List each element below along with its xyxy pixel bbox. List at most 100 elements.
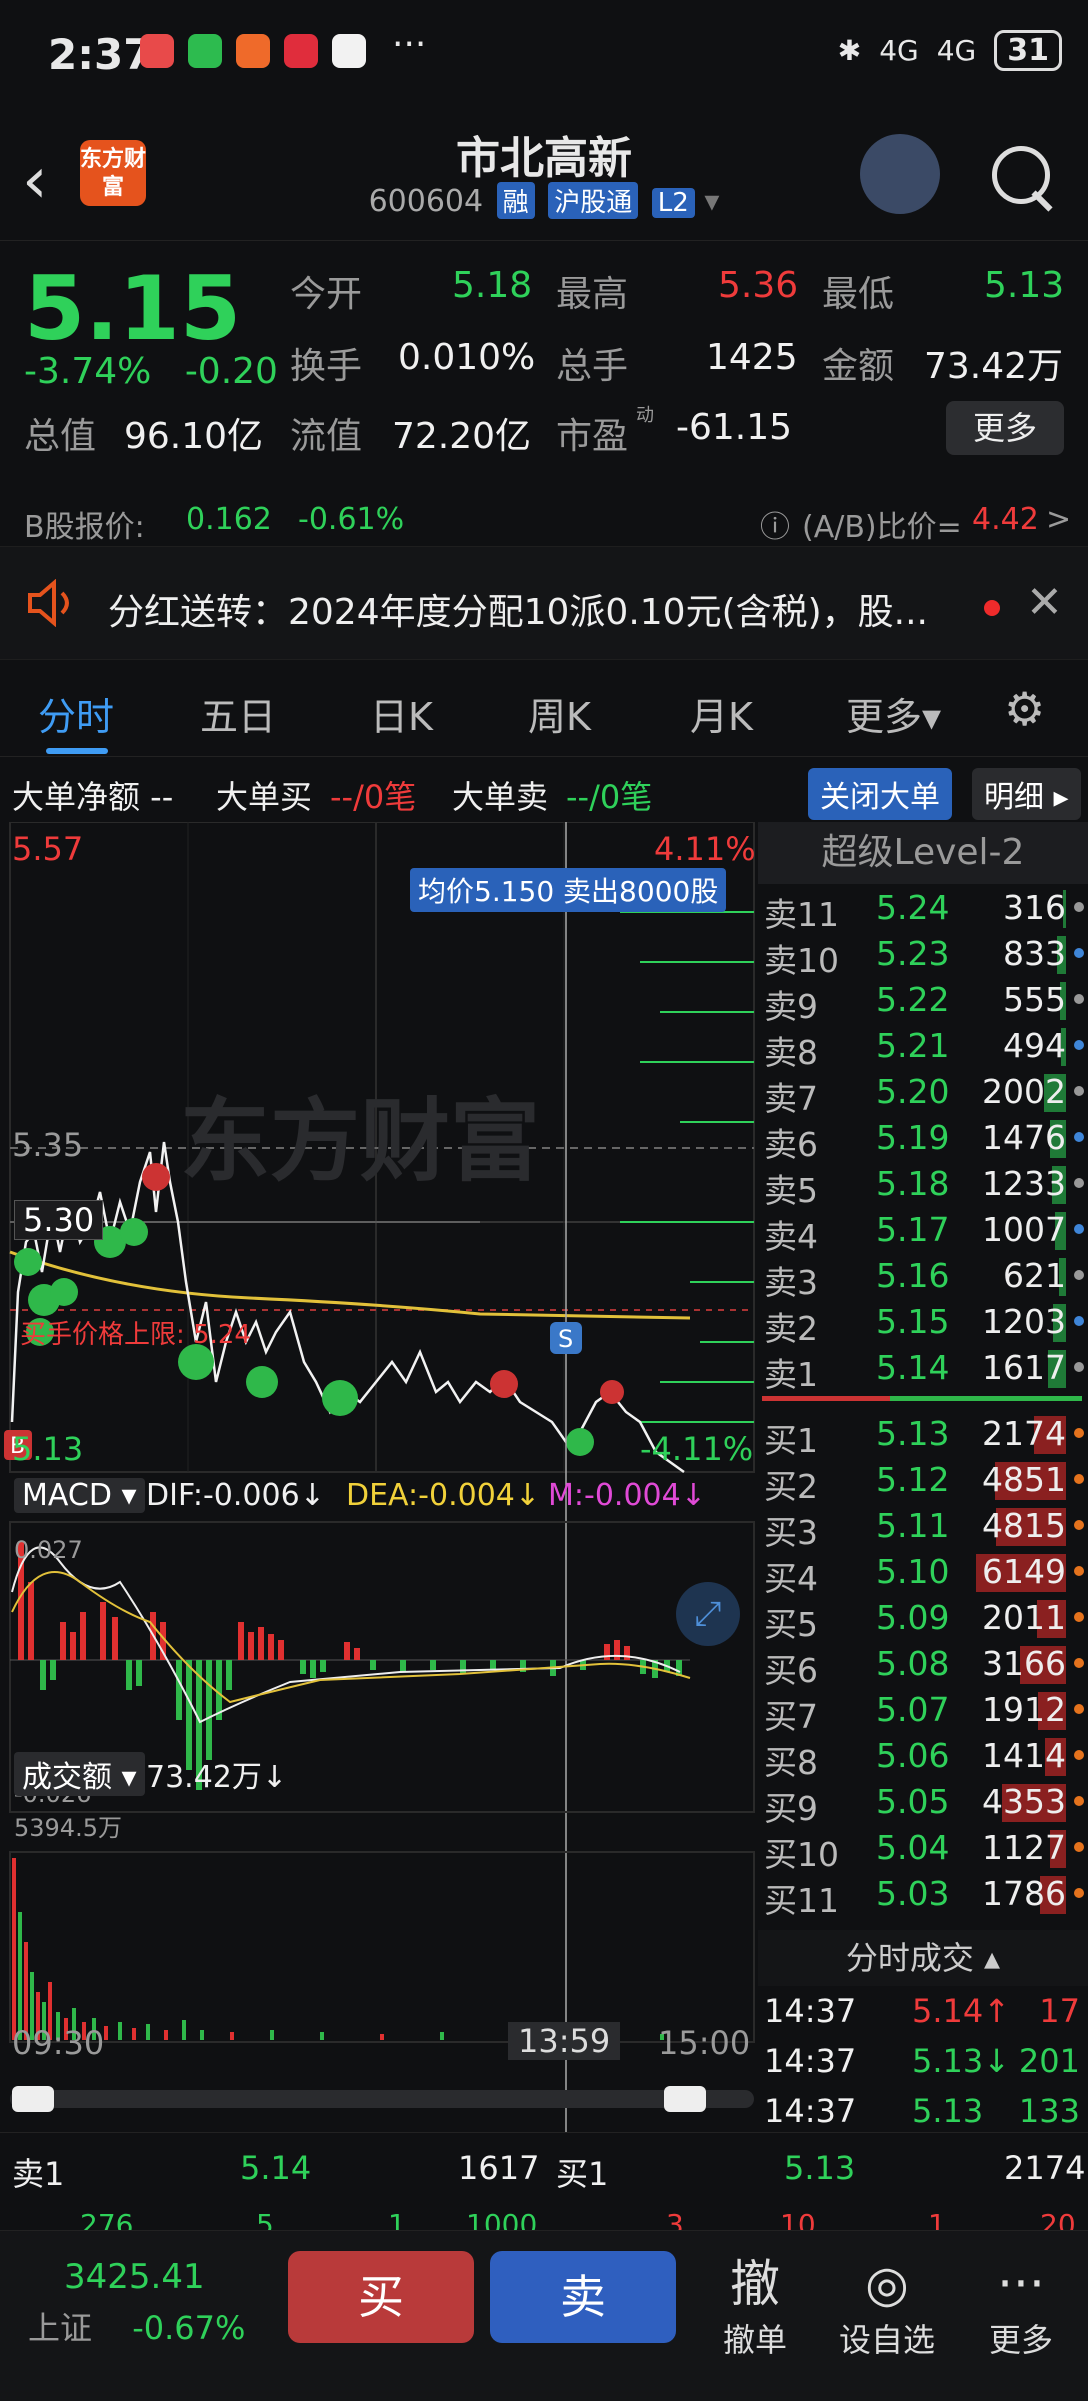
status-bar: 2:37 ··· ✱ 4G 4G 31 [0, 0, 1088, 110]
index-name: 上证 [28, 2309, 93, 2347]
range-handle-left[interactable] [12, 2086, 54, 2112]
level-label: 卖4 [764, 1217, 818, 1256]
indicator-dot [1074, 1428, 1084, 1438]
level-volume: 4353 [982, 1782, 1066, 1821]
gear-icon[interactable]: ⚙ [1004, 682, 1045, 736]
time-range-track[interactable] [10, 2090, 754, 2108]
ask-row[interactable]: 卖9 5.22 555 [758, 976, 1088, 1026]
expand-icon[interactable]: ⤢ [676, 1582, 740, 1646]
notification-icons [140, 34, 366, 68]
bid-row[interactable]: 买9 5.05 4353 [758, 1778, 1088, 1828]
strip-bid-label: 买1 [556, 2155, 609, 2193]
macd-selector[interactable]: MACD ▾ [14, 1478, 145, 1513]
intraday-chart[interactable]: 东方财富 S B [0, 822, 756, 2132]
bid-row[interactable]: 买2 5.12 4851 [758, 1456, 1088, 1506]
bid-row[interactable]: 买4 5.10 6149 [758, 1548, 1088, 1598]
tab-intraday[interactable]: 分时 [38, 686, 114, 741]
search-icon[interactable] [992, 146, 1050, 204]
level-price: 5.06 [876, 1736, 950, 1775]
level-label: 买4 [764, 1559, 818, 1598]
indicator-dot [1074, 1520, 1084, 1530]
strip-bid-vol: 2174 [1004, 2149, 1086, 2187]
ask-row[interactable]: 卖11 5.24 316 [758, 884, 1088, 934]
bid-row[interactable]: 买10 5.04 1127 [758, 1824, 1088, 1874]
high-value: 5.36 [718, 265, 799, 306]
buy-button[interactable]: 买 [288, 2251, 474, 2343]
signal-icon: 4G [879, 34, 919, 67]
level-volume: 2011 [982, 1598, 1066, 1637]
level-volume: 6149 [982, 1552, 1066, 1591]
more-dots-icon: ··· [997, 2255, 1045, 2313]
chevron-down-icon[interactable]: ▾ [704, 184, 719, 219]
ask-row[interactable]: 卖1 5.14 1617 [758, 1344, 1088, 1394]
cancel-order-button[interactable]: 撤 撤单 [712, 2253, 798, 2361]
bid-row[interactable]: 买3 5.11 4815 [758, 1502, 1088, 1552]
mcap-label: 总值 [24, 416, 97, 457]
ask-row[interactable]: 卖7 5.20 2002 [758, 1068, 1088, 1118]
bid-row[interactable]: 买7 5.07 1912 [758, 1686, 1088, 1736]
indicator-dot [1074, 1132, 1084, 1142]
ask-row[interactable]: 卖8 5.21 494 [758, 1022, 1088, 1072]
more-quote-button[interactable]: 更多 [946, 401, 1064, 455]
open-label: 今开 [290, 274, 363, 315]
close-big-order-button[interactable]: 关闭大单 [808, 768, 952, 820]
limit-label: 买手价格上限: 5.24 [20, 1320, 251, 1350]
signal-icon: 4G [936, 34, 977, 67]
close-icon[interactable]: ✕ [1026, 577, 1063, 628]
big-buy-label: 大单买 [216, 778, 313, 816]
tab-weekly-k[interactable]: 周K [528, 686, 591, 741]
level2-header[interactable]: 超级Level-2 [758, 822, 1088, 884]
trade-volume: 201 [1018, 2042, 1080, 2080]
more-button[interactable]: ··· 更多 [978, 2253, 1064, 2361]
open-value: 5.18 [452, 265, 533, 306]
intraday-trades[interactable]: 分时成交 ▴ 14:37 5.14↑ 17 14:37 5.13↓ 201 14… [758, 1930, 1088, 2136]
level-label: 卖1 [764, 1355, 818, 1394]
status-right: ✱ 4G 4G 31 [838, 30, 1062, 71]
indicator-dot [1074, 1270, 1084, 1280]
macd-dea: DEA:-0.004↓ [346, 1478, 541, 1513]
tab-more[interactable]: 更多▾ [846, 686, 941, 741]
ask-row[interactable]: 卖4 5.17 1007 [758, 1206, 1088, 1256]
sell-button[interactable]: 卖 [490, 2251, 676, 2343]
index-widget[interactable]: 3425.41 上证 -0.67% [28, 2257, 245, 2349]
help-icon[interactable]: ⓘ [760, 502, 790, 546]
indicator-dot [1074, 1040, 1084, 1050]
bid-row[interactable]: 买5 5.09 2011 [758, 1594, 1088, 1644]
bid-row[interactable]: 买8 5.06 1414 [758, 1732, 1088, 1782]
range-handle-right[interactable] [664, 2086, 706, 2112]
ask-row[interactable]: 卖5 5.18 1233 [758, 1160, 1088, 1210]
trades-header[interactable]: 分时成交 ▴ [758, 1930, 1088, 1986]
detail-button[interactable]: 明细 ▸ [972, 768, 1081, 820]
bid-row[interactable]: 买1 5.13 2174 [758, 1410, 1088, 1460]
margin-badge: 融 [496, 182, 535, 219]
ask-row[interactable]: 卖6 5.19 1476 [758, 1114, 1088, 1164]
amount-label: 金额 [822, 346, 895, 387]
best-quote-strip: 卖1 5.14 1617 买1 5.13 2174 [0, 2132, 1088, 2205]
indicator-dot [1074, 1224, 1084, 1234]
indicator-dot [1074, 1842, 1084, 1852]
assistant-robot-icon[interactable] [860, 134, 940, 214]
ask-row[interactable]: 卖3 5.16 621 [758, 1252, 1088, 1302]
level-price: 5.14 [876, 1348, 950, 1387]
add-watchlist-button[interactable]: ◎ 设自选 [834, 2253, 940, 2361]
tab-five-day[interactable]: 五日 [200, 686, 276, 741]
time-end: 15:00 [658, 2024, 751, 2062]
tab-monthly-k[interactable]: 月K [690, 686, 753, 741]
volume-frame [9, 1851, 755, 2043]
ask-row[interactable]: 卖2 5.15 1203 [758, 1298, 1088, 1348]
level-label: 买7 [764, 1697, 818, 1736]
intraday-chart-panel[interactable]: 东方财富 S B 5.57 4.11% 均价5.150 卖出8000股 5.35… [0, 822, 756, 2132]
tab-daily-k[interactable]: 日K [370, 686, 433, 741]
big-order-row: 大单净额 -- 大单买 --/0笔 大单卖 --/0笔 关闭大单 明细 ▸ [0, 760, 1088, 822]
bid-row[interactable]: 买11 5.03 1786 [758, 1870, 1088, 1920]
level-price: 5.17 [876, 1210, 950, 1249]
volume-selector[interactable]: 成交额 ▾ [14, 1752, 145, 1796]
indicator-dot [1074, 1566, 1084, 1576]
bid-row[interactable]: 买6 5.08 3166 [758, 1640, 1088, 1690]
level-volume: 1912 [982, 1690, 1066, 1729]
level-label: 买9 [764, 1789, 818, 1828]
level-volume: 621 [1003, 1256, 1066, 1295]
ask-row[interactable]: 卖10 5.23 833 [758, 930, 1088, 980]
b-share-row[interactable]: B股报价: 0.162 -0.61% ⓘ (A/B)比价= 4.42 > [0, 490, 1088, 546]
dividend-notice[interactable]: 分红送转：2024年度分配10派0.10元(含税)，股... ✕ [0, 546, 1088, 660]
